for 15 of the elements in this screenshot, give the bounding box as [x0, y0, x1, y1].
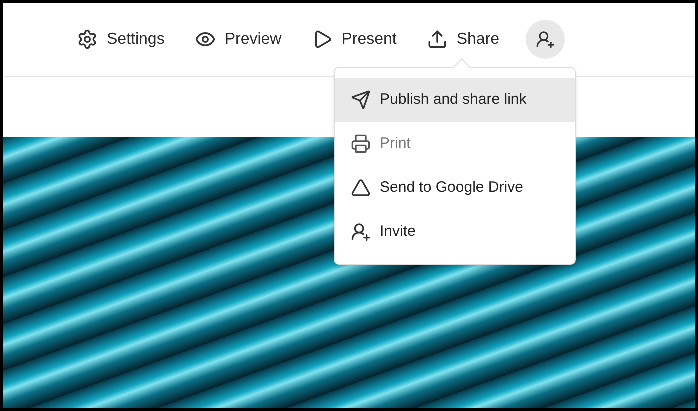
settings-icon: [77, 29, 98, 50]
triangle-icon: [351, 178, 371, 198]
menu-item[interactable]: Publish and share link: [335, 78, 575, 122]
toolbar-button[interactable]: Settings: [77, 28, 165, 52]
toolbar-button[interactable]: Share: [426, 28, 500, 52]
toolbar-button[interactable]: Preview: [194, 28, 282, 52]
user-plus-icon: [351, 222, 371, 242]
menu-item[interactable]: Send to Google Drive: [335, 166, 575, 210]
printer-icon: [351, 134, 371, 154]
invite-button[interactable]: [526, 20, 565, 59]
toolbar-button[interactable]: Present: [312, 28, 397, 52]
paper-plane-icon: [351, 90, 371, 110]
user-plus-icon: [536, 30, 555, 49]
share-icon: [426, 29, 448, 50]
menu-item[interactable]: Invite: [335, 210, 575, 254]
